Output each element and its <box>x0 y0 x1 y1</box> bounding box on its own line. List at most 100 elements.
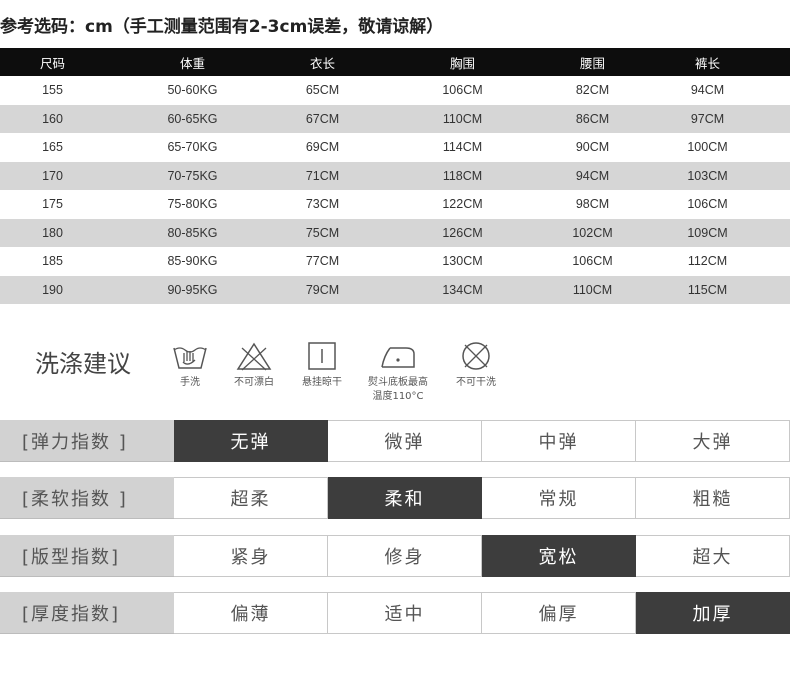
softness-index-row: [柔软指数 ] 超柔 柔和 常规 粗糙 <box>0 477 790 519</box>
thickness-option-medium: 适中 <box>328 592 482 634</box>
header-weight: 体重 <box>179 55 205 71</box>
table-cell: 106CM <box>572 254 613 269</box>
softness-index-label: [柔软指数 ] <box>0 477 174 519</box>
table-row: 165 65-70KG 69CM 114CM 90CM 100CM <box>0 133 790 162</box>
table-cell: 100CM <box>687 140 728 155</box>
table-cell: 160 <box>42 111 63 126</box>
wash-label: 不可干洗 <box>456 377 496 388</box>
elasticity-option-medium: 中弹 <box>482 420 636 462</box>
fit-option-slim: 修身 <box>328 535 482 577</box>
wash-label: 悬挂晾干 <box>302 377 342 388</box>
table-row: 190 90-95KG 79CM 134CM 110CM 115CM <box>0 275 790 304</box>
washing-title: 洗涤建议 <box>35 350 131 378</box>
elasticity-option-high: 大弹 <box>636 420 790 462</box>
header-pants-length: 裤长 <box>694 55 720 71</box>
table-cell: 69CM <box>305 140 340 155</box>
table-cell: 98CM <box>575 197 610 212</box>
size-table-header: 尺码 体重 衣长 胸围 腰围 裤长 <box>0 48 790 76</box>
table-cell: 50-60KG <box>167 83 218 98</box>
table-cell: 155 <box>42 83 63 98</box>
wash-item-hang-dry: 悬挂晾干 <box>282 340 362 390</box>
table-cell: 97CM <box>690 111 725 126</box>
table-cell: 175 <box>42 197 63 212</box>
fit-option-oversize: 超大 <box>636 535 790 577</box>
table-cell: 110CM <box>442 111 483 126</box>
table-cell: 79CM <box>305 282 340 297</box>
table-cell: 118CM <box>442 168 483 183</box>
size-table: 尺码 体重 衣长 胸围 腰围 裤长 155 50-60KG 65CM 106CM 82C… <box>0 48 790 304</box>
table-cell: 185 <box>42 254 63 269</box>
size-table-body: 155 50-60KG 65CM 106CM 82CM 94CM 160 60-65KG 67C… <box>0 76 790 304</box>
table-cell: 103CM <box>687 168 728 183</box>
table-cell: 170 <box>42 168 63 183</box>
fit-index-label: [版型指数] <box>0 535 174 577</box>
thickness-index-label: [厚度指数] <box>0 592 174 634</box>
table-row: 170 70-75KG 71CM 118CM 94CM 103CM <box>0 161 790 190</box>
wash-item-iron: 熨斗底板最高 温度110°C <box>358 340 438 404</box>
table-cell: 90CM <box>575 140 610 155</box>
table-cell: 110CM <box>572 282 613 297</box>
fit-option-tight: 紧身 <box>174 535 328 577</box>
table-cell: 112CM <box>687 254 728 269</box>
thickness-option-extra-thick: 加厚 <box>636 592 790 634</box>
table-cell: 82CM <box>575 83 610 98</box>
elasticity-index-label: [弹力指数 ] <box>0 420 174 462</box>
table-cell: 75CM <box>305 225 340 240</box>
table-cell: 75-80KG <box>167 197 218 212</box>
table-cell: 102CM <box>572 225 613 240</box>
header-chest: 胸围 <box>449 55 475 71</box>
table-row: 175 75-80KG 73CM 122CM 98CM 106CM <box>0 190 790 219</box>
hand-wash-icon <box>173 347 207 369</box>
table-row: 185 85-90KG 77CM 130CM 106CM 112CM <box>0 247 790 276</box>
table-cell: 77CM <box>305 254 340 269</box>
table-cell: 134CM <box>442 282 483 297</box>
softness-option-soft: 柔和 <box>328 477 482 519</box>
size-guide-title: 参考选码：cm（手工测量范围有2-3cm误差，敬请谅解） <box>0 17 444 37</box>
wash-item-no-dry-clean: 不可干洗 <box>436 340 516 390</box>
table-row: 180 80-85KG 75CM 126CM 102CM 109CM <box>0 218 790 247</box>
table-cell: 106CM <box>442 83 483 98</box>
wash-label-2: 温度110°C <box>372 391 424 402</box>
table-cell: 80-85KG <box>167 225 218 240</box>
hang-dry-icon <box>308 342 336 370</box>
softness-option-normal: 常规 <box>482 477 636 519</box>
table-cell: 60-65KG <box>167 111 218 126</box>
table-cell: 106CM <box>687 197 728 212</box>
softness-option-super-soft: 超柔 <box>174 477 328 519</box>
table-cell: 130CM <box>442 254 483 269</box>
table-cell: 70-75KG <box>167 168 218 183</box>
elasticity-index-row: [弹力指数 ] 无弹 微弹 中弹 大弹 <box>0 420 790 462</box>
header-waist: 腰围 <box>579 55 605 71</box>
fit-option-loose: 宽松 <box>482 535 636 577</box>
no-bleach-icon <box>236 342 272 371</box>
no-dry-clean-icon <box>462 342 490 370</box>
table-cell: 180 <box>42 225 63 240</box>
iron-icon <box>381 347 415 368</box>
thickness-index-row: [厚度指数] 偏薄 适中 偏厚 加厚 <box>0 592 790 634</box>
header-length: 衣长 <box>309 55 335 71</box>
table-cell: 109CM <box>687 225 728 240</box>
table-cell: 65-70KG <box>167 140 218 155</box>
table-cell: 115CM <box>687 282 728 297</box>
table-cell: 85-90KG <box>167 254 218 269</box>
table-cell: 126CM <box>442 225 483 240</box>
softness-option-rough: 粗糙 <box>636 477 790 519</box>
table-cell: 94CM <box>575 168 610 183</box>
header-size: 尺码 <box>39 55 65 71</box>
table-cell: 73CM <box>305 197 340 212</box>
table-row: 155 50-60KG 65CM 106CM 82CM 94CM <box>0 76 790 105</box>
elasticity-option-slight: 微弹 <box>328 420 482 462</box>
table-cell: 165 <box>42 140 63 155</box>
wash-label: 熨斗底板最高 <box>368 377 428 388</box>
table-cell: 114CM <box>442 140 483 155</box>
table-cell: 67CM <box>305 111 340 126</box>
table-cell: 71CM <box>305 168 340 183</box>
table-row: 160 60-65KG 67CM 110CM 86CM 97CM <box>0 104 790 133</box>
table-cell: 65CM <box>305 83 340 98</box>
table-cell: 86CM <box>575 111 610 126</box>
elasticity-option-none: 无弹 <box>174 420 328 462</box>
table-cell: 190 <box>42 282 63 297</box>
table-cell: 90-95KG <box>167 282 218 297</box>
table-cell: 122CM <box>442 197 483 212</box>
table-cell: 94CM <box>690 83 725 98</box>
